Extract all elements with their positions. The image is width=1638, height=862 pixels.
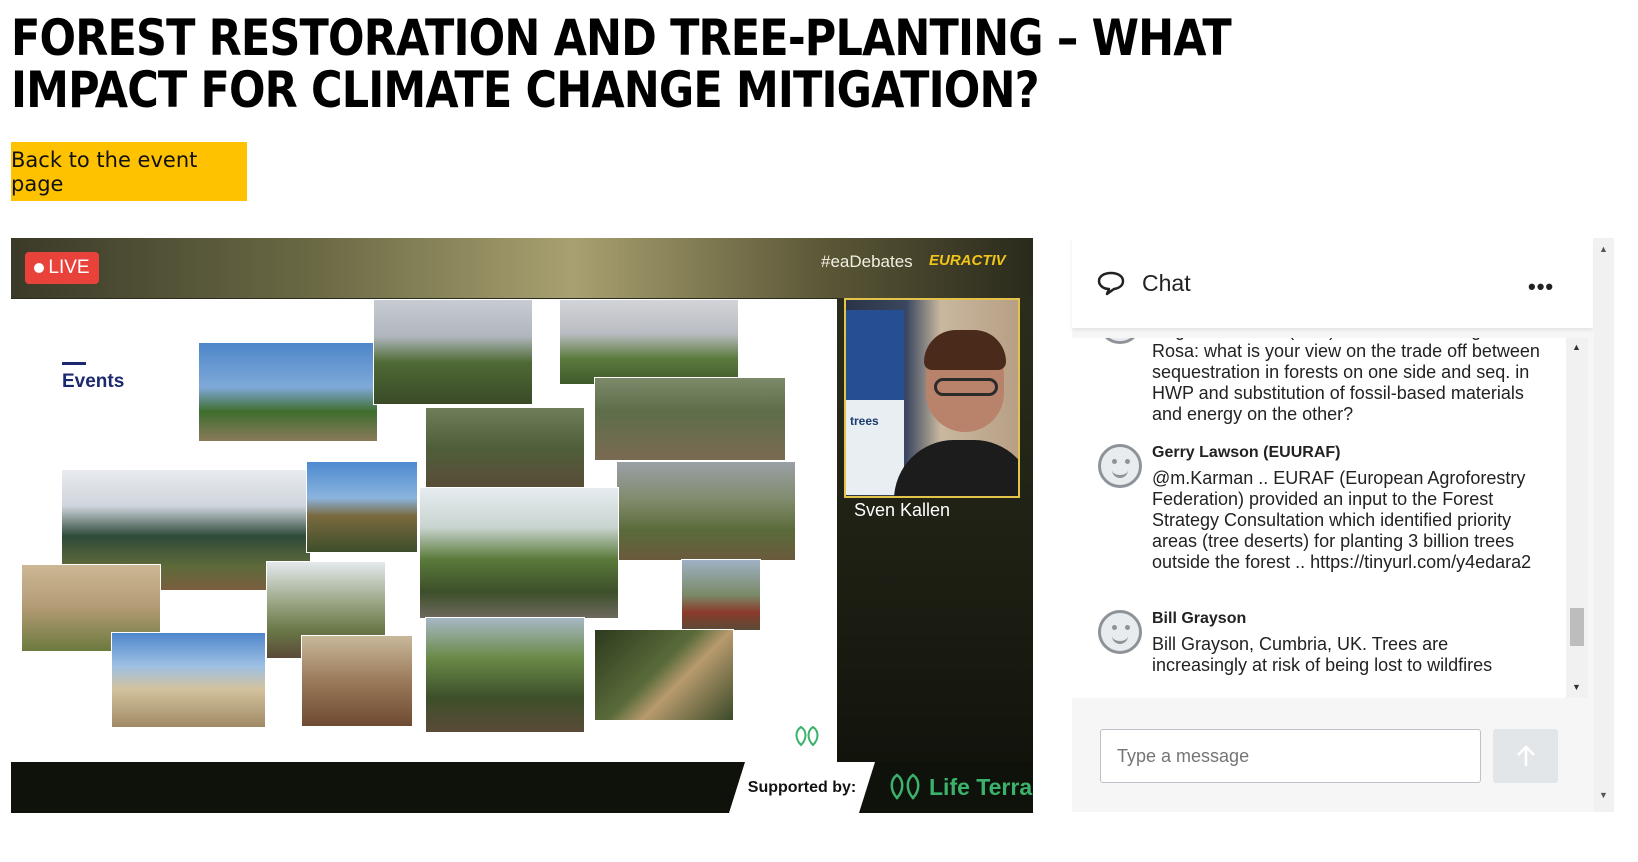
scroll-down-icon[interactable]: ▼ <box>1572 682 1581 692</box>
chat-bubble-icon <box>1097 271 1125 296</box>
chat-title: Chat <box>1142 270 1191 296</box>
chat-header: Chat ••• <box>1072 238 1593 328</box>
slide-photo <box>419 487 619 619</box>
avatar-icon <box>1098 610 1142 654</box>
message-text: @m.Karman .. EURAF (European Agroforestr… <box>1152 468 1532 572</box>
video-player[interactable]: LIVE #eaDebates EURACTIV Events trees Sv… <box>11 238 1033 813</box>
chat-panel: Chat ••• Ragnar Jonsson (SLU) to Humbert… <box>1072 238 1614 812</box>
page-title: FOREST RESTORATION AND TREE-PLANTING – W… <box>11 9 1232 119</box>
scroll-up-icon[interactable]: ▲ <box>1599 244 1608 254</box>
slide-photo <box>594 629 734 721</box>
message-author: Gerry Lawson (EUURAF) <box>1152 444 1341 461</box>
speaker-name: Sven Kallen <box>854 500 951 520</box>
arrow-up-icon <box>1516 745 1535 766</box>
message-author: Bill Grayson <box>1152 610 1247 627</box>
speaker-backdrop-banner: trees <box>846 310 904 495</box>
sponsor-logo: Life Terra <box>887 772 1032 802</box>
avatar-icon <box>1098 444 1142 488</box>
live-dot-icon <box>34 263 45 273</box>
live-label: LIVE <box>48 257 90 278</box>
lifeterra-icon <box>890 773 920 800</box>
slide-photo <box>301 635 413 727</box>
page-scrollbar[interactable]: ▲ ▼ <box>1594 238 1614 812</box>
slide-photo <box>306 461 418 553</box>
back-to-event-button[interactable]: Back to the event page <box>11 142 247 201</box>
chat-messages[interactable]: Ragnar Jonsson (SLU) to Humberto Delgado… <box>1072 338 1572 698</box>
live-badge: LIVE <box>25 252 99 284</box>
scroll-thumb[interactable] <box>1570 608 1584 646</box>
video-footer <box>11 762 1033 813</box>
banner-text: trees <box>850 414 879 428</box>
send-button[interactable] <box>1493 729 1558 783</box>
slide-photo <box>425 407 585 491</box>
slide-photo <box>594 377 786 461</box>
message-text: Bill Grayson, Cumbria, UK. Trees are inc… <box>1152 634 1493 675</box>
slide-photo <box>373 299 533 405</box>
events-accent-bar <box>62 362 86 365</box>
slide-photo <box>559 299 739 385</box>
brand-logo: EURACTIV <box>929 252 1006 269</box>
presentation-slide: Events <box>11 299 837 762</box>
messages-scrollbar[interactable]: ▲ ▼ <box>1566 338 1588 698</box>
slide-photo <box>198 342 378 442</box>
slide-photo <box>111 632 266 728</box>
more-dots-icon[interactable]: ••• <box>1528 274 1554 300</box>
slide-photo <box>681 559 761 631</box>
slide-heading: Events <box>62 371 125 392</box>
scroll-down-icon[interactable]: ▼ <box>1599 790 1608 800</box>
slide-photo <box>425 617 585 733</box>
supported-by-label: Supported by: <box>729 762 875 813</box>
speaker-video: trees <box>844 298 1020 498</box>
slide-photo <box>616 461 796 561</box>
message-text: Ragnar Jonsson (SLU) to Humberto Delgado… <box>1152 338 1540 424</box>
message-input[interactable] <box>1100 729 1481 783</box>
scroll-up-icon[interactable]: ▲ <box>1572 342 1581 352</box>
sponsor-name: Life Terra <box>929 773 1033 800</box>
hashtag-label: #eaDebates <box>821 252 913 271</box>
avatar-icon <box>1098 338 1142 344</box>
lifeterra-slide-icon <box>793 725 821 749</box>
